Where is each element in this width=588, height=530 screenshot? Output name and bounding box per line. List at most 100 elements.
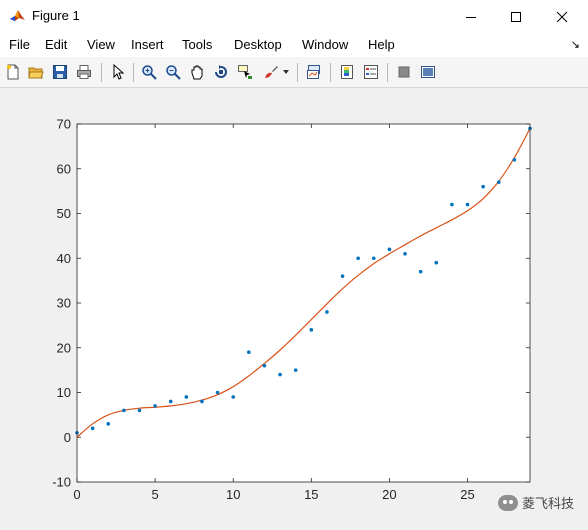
minimize-icon [466, 16, 476, 18]
print-button[interactable] [74, 62, 94, 82]
rotate-3d-button[interactable] [211, 62, 231, 82]
toolbar-separator [387, 63, 388, 82]
data-point [434, 260, 439, 265]
menu-tools[interactable]: Tools [182, 37, 212, 52]
edit-plot-button[interactable] [108, 62, 128, 82]
menu-insert[interactable]: Insert [131, 37, 164, 52]
zoom-out-button[interactable] [163, 62, 183, 82]
hide-plot-tools-button[interactable] [394, 62, 414, 82]
legend-icon [364, 65, 378, 79]
data-point [340, 274, 345, 278]
data-point [356, 256, 360, 261]
brush-button[interactable] [261, 62, 281, 82]
axes-background [77, 124, 530, 482]
y-tick-label: 10 [57, 385, 71, 400]
data-point [512, 158, 517, 162]
data-point [481, 184, 485, 189]
data-point [387, 247, 392, 252]
toolbar-separator [133, 63, 134, 82]
data-point [371, 256, 376, 261]
data-point [200, 399, 204, 404]
menu-help[interactable]: Help [368, 37, 395, 52]
show-plot-tools-button[interactable] [418, 62, 438, 82]
title-bar: Figure 1 [0, 0, 588, 33]
chevron-down-icon [283, 70, 289, 74]
new-figure-icon [7, 64, 19, 80]
zoom-in-icon [142, 65, 157, 80]
data-point [90, 426, 95, 431]
figure-canvas: 0 5 10 15 20 25 -10 0 10 20 30 40 50 60 70 [0, 89, 588, 530]
zoom-in-button[interactable] [139, 62, 159, 82]
scatter-plot[interactable]: 0 5 10 15 20 25-10010203040506070 [0, 89, 588, 530]
y-tick-label: 50 [57, 206, 71, 221]
pan-icon [191, 65, 203, 80]
y-tick-label: 0 [64, 430, 71, 445]
link-plot-button[interactable] [304, 62, 324, 82]
colorbar-icon [341, 65, 353, 79]
figure-window: Figure 1 File Edit View Insert Tools Des… [0, 0, 588, 530]
maximize-button[interactable] [493, 0, 539, 33]
print-icon [77, 65, 91, 79]
y-tick-label: 70 [57, 117, 71, 132]
data-point [496, 180, 501, 184]
data-point [293, 368, 298, 372]
data-point [106, 422, 111, 426]
close-button[interactable] [539, 0, 585, 33]
minimize-button[interactable] [448, 0, 494, 33]
pan-button[interactable] [187, 62, 207, 82]
data-point [247, 350, 251, 355]
colorbar-button[interactable] [337, 62, 357, 82]
maximize-icon [511, 11, 521, 22]
y-tick-label: -10 [52, 475, 71, 490]
data-point [262, 363, 267, 368]
data-point [418, 269, 423, 274]
x-tick-label: 15 [304, 487, 318, 502]
x-tick-label: 25 [460, 487, 474, 502]
matlab-icon [10, 10, 25, 21]
data-point [278, 372, 282, 377]
x-tick-label: 20 [382, 487, 396, 502]
menu-window[interactable]: Window [302, 37, 348, 52]
wechat-icon [497, 494, 518, 511]
close-icon [556, 11, 568, 22]
data-point [309, 328, 314, 332]
edit-plot-icon [113, 64, 125, 80]
dock-arrow-icon[interactable]: ↘ [571, 38, 580, 51]
show-plot-tools-icon [421, 66, 435, 78]
zoom-out-icon [166, 65, 181, 80]
toolbar-separator [330, 63, 331, 82]
data-point [450, 202, 454, 207]
toolbar-separator [297, 63, 298, 82]
data-cursor-button[interactable] [235, 62, 255, 82]
x-tick-label: 10 [226, 487, 240, 502]
figure-toolbar [0, 57, 588, 88]
save-button[interactable] [50, 62, 70, 82]
data-point [184, 395, 189, 399]
legend-button[interactable] [361, 62, 381, 82]
menu-desktop[interactable]: Desktop [234, 37, 282, 52]
menu-view[interactable]: View [87, 37, 115, 52]
y-tick-label: 30 [57, 296, 71, 311]
link-plot-icon [307, 65, 320, 79]
y-tick-label: 40 [57, 251, 71, 266]
x-tick-label: 5 [151, 487, 158, 502]
brush-dropdown-button[interactable] [280, 62, 292, 82]
menu-edit[interactable]: Edit [45, 37, 67, 52]
data-point [215, 390, 220, 395]
window-title: Figure 1 [32, 8, 80, 23]
y-tick-label: 60 [57, 161, 71, 176]
menu-file[interactable]: File [9, 37, 30, 52]
data-cursor-icon [238, 65, 252, 79]
open-button[interactable] [26, 62, 46, 82]
data-point [325, 310, 329, 314]
open-icon [28, 67, 44, 79]
new-figure-button[interactable] [3, 62, 23, 82]
watermark-text: 菱飞科技 [521, 496, 574, 511]
data-point [465, 202, 470, 207]
y-tick-label: 20 [57, 340, 71, 355]
rotate-3d-icon [215, 65, 227, 78]
hide-plot-tools-icon [398, 66, 410, 78]
menu-bar: File Edit View Insert Tools Desktop Wind… [0, 33, 588, 57]
data-point [168, 399, 173, 404]
x-tick-label: 0 [73, 487, 80, 502]
